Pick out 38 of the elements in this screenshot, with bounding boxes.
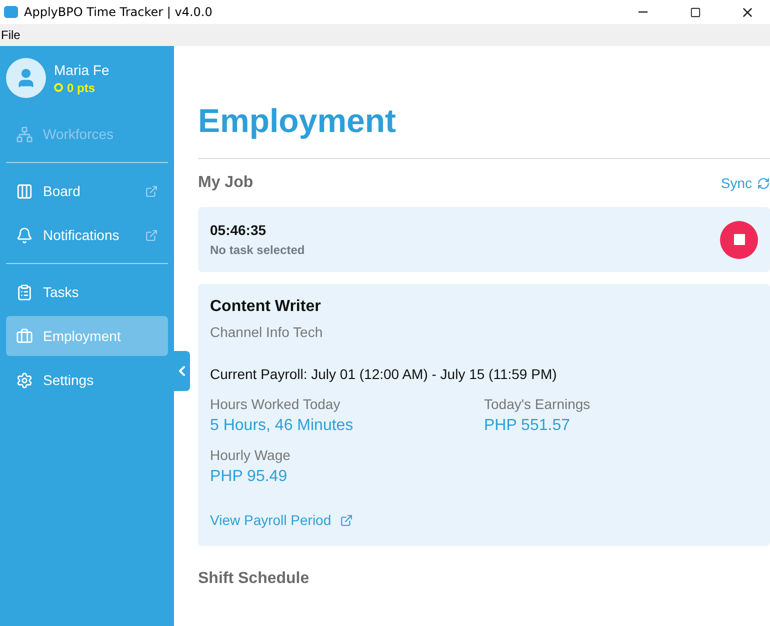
hierarchy-icon bbox=[16, 126, 33, 142]
external-link-icon bbox=[340, 514, 354, 526]
nav-item[interactable]: Notifications bbox=[6, 215, 168, 255]
points-badge: 0 pts bbox=[54, 80, 110, 94]
avatar-icon bbox=[6, 58, 46, 98]
section-title: Shift Schedule bbox=[198, 570, 310, 588]
collapse-button[interactable] bbox=[174, 351, 190, 391]
sync-link[interactable]: Sync bbox=[720, 175, 770, 191]
briefcase-icon bbox=[16, 328, 33, 344]
stat-label: Today's Earnings bbox=[484, 396, 592, 412]
stat-value: PHP 551.57 bbox=[484, 417, 571, 435]
nav-item[interactable]: Employment bbox=[6, 316, 168, 356]
company-name: Channel Info Tech bbox=[210, 324, 324, 340]
stat-label: Hours Worked Today bbox=[210, 396, 342, 412]
window-title: ApplyBPO Time Tracker | v4.0.0 bbox=[24, 5, 214, 19]
menu-item[interactable]: File bbox=[0, 28, 22, 42]
nav-item[interactable]: Tasks bbox=[6, 272, 168, 312]
timer-text: 05:46:35 bbox=[210, 222, 268, 238]
nav-item[interactable]: Board bbox=[6, 171, 168, 211]
task-status: No task selected bbox=[210, 243, 305, 257]
maximize-icon bbox=[690, 6, 700, 18]
page-title: Employment bbox=[198, 102, 398, 140]
nav-item[interactable]: Settings bbox=[6, 360, 168, 400]
bell-icon bbox=[16, 226, 33, 244]
stat-value: PHP 95.49 bbox=[210, 468, 288, 486]
stop-button[interactable] bbox=[720, 220, 758, 258]
columns-icon bbox=[16, 182, 33, 200]
job-title: Content Writer bbox=[210, 298, 322, 316]
stat-value: 5 Hours, 46 Minutes bbox=[210, 417, 354, 435]
stat-label: Hourly Wage bbox=[210, 447, 292, 463]
payroll-period: Current Payroll: July 01 (12:00 AM) - July 15 (11:59 PM) bbox=[210, 366, 558, 382]
section-title: My Job bbox=[198, 174, 254, 192]
settings-icon bbox=[16, 372, 33, 388]
refresh-icon bbox=[757, 176, 770, 190]
app-icon bbox=[4, 6, 18, 18]
user-name: Maria Fe bbox=[54, 62, 110, 78]
clipboard-icon bbox=[16, 284, 33, 300]
payroll-link[interactable]: View Payroll Period bbox=[210, 512, 354, 528]
